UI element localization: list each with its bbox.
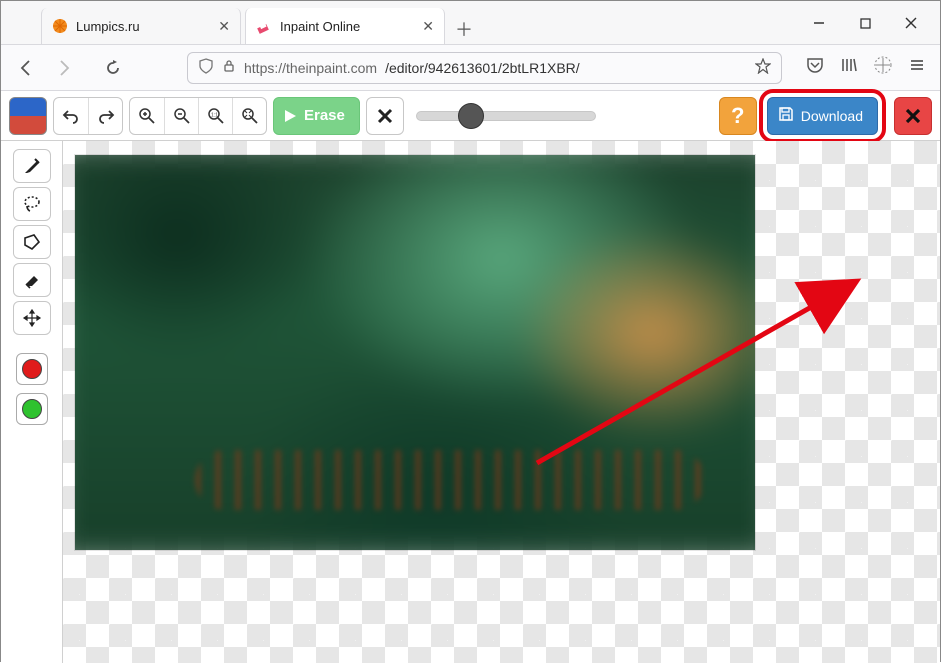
lock-icon (222, 59, 236, 76)
minimize-icon[interactable] (810, 14, 828, 32)
library-icon[interactable] (840, 56, 858, 79)
forward-button[interactable] (51, 56, 75, 80)
brush-size-slider[interactable] (416, 97, 596, 135)
browser-tabstrip: Lumpics.ru ✕ Inpaint Online ✕ ＋ (1, 1, 940, 45)
browser-tab-lumpics[interactable]: Lumpics.ru ✕ (41, 8, 241, 44)
address-bar[interactable]: https://theinpaint.com/editor/942613601/… (187, 52, 782, 84)
browser-navbar: https://theinpaint.com/editor/942613601/… (1, 45, 940, 91)
window-close-icon[interactable] (902, 14, 920, 32)
url-path: /editor/942613601/2btLR1XBR/ (385, 60, 580, 76)
close-icon[interactable]: ✕ (218, 19, 230, 33)
url-host: https://theinpaint.com (244, 60, 377, 76)
maximize-icon[interactable] (856, 14, 874, 32)
undo-button[interactable] (54, 98, 88, 134)
svg-text:1:1: 1:1 (211, 112, 218, 118)
shield-icon (198, 58, 214, 77)
eraser-icon (256, 18, 272, 34)
erase-label: Erase (304, 107, 345, 124)
mask-scribble (195, 450, 705, 510)
orange-icon (52, 18, 68, 34)
erase-button[interactable]: Erase (273, 97, 360, 135)
slider-track (416, 111, 596, 121)
download-button[interactable]: Download (767, 97, 878, 135)
canvas-area[interactable] (63, 141, 940, 663)
editor-body (1, 141, 940, 663)
slider-knob[interactable] (458, 103, 484, 129)
navbar-actions (806, 56, 926, 79)
zoom-fit-icon[interactable] (232, 98, 266, 134)
marker-tool[interactable] (13, 149, 51, 183)
zoom-out-icon[interactable] (164, 98, 198, 134)
red-marker-button[interactable] (16, 353, 48, 385)
tab-title: Lumpics.ru (76, 19, 140, 34)
window-controls (810, 1, 940, 45)
bookmark-icon[interactable] (755, 58, 771, 77)
close-icon[interactable]: ✕ (422, 19, 434, 33)
history-group (53, 97, 123, 135)
help-button[interactable]: ? (719, 97, 757, 135)
left-tool-panel (1, 141, 63, 663)
zoom-actual-icon[interactable]: 1:1 (198, 98, 232, 134)
new-tab-button[interactable]: ＋ (449, 14, 479, 44)
app-logo[interactable] (9, 97, 47, 135)
pocket-icon[interactable] (806, 56, 824, 79)
polygon-tool[interactable] (13, 225, 51, 259)
redo-button[interactable] (88, 98, 122, 134)
clear-mask-button[interactable] (366, 97, 404, 135)
menu-icon[interactable] (908, 56, 926, 79)
exit-button[interactable] (894, 97, 932, 135)
eraser-tool[interactable] (13, 263, 51, 297)
download-label: Download (801, 108, 863, 124)
editor-toolbar: 1:1 Erase ? Download (1, 91, 940, 141)
download-highlight-wrap: Download (763, 93, 882, 139)
lasso-tool[interactable] (13, 187, 51, 221)
back-button[interactable] (15, 56, 39, 80)
zoom-group: 1:1 (129, 97, 267, 135)
browser-tab-inpaint[interactable]: Inpaint Online ✕ (245, 8, 445, 44)
reload-button[interactable] (101, 56, 125, 80)
tab-title: Inpaint Online (280, 19, 360, 34)
canvas-image[interactable] (75, 155, 755, 550)
green-marker-button[interactable] (16, 393, 48, 425)
question-icon: ? (731, 103, 744, 129)
move-tool[interactable] (13, 301, 51, 335)
green-dot-icon (22, 399, 42, 419)
play-icon (282, 108, 298, 124)
zoom-in-icon[interactable] (130, 98, 164, 134)
save-icon (778, 106, 794, 125)
account-icon[interactable] (874, 56, 892, 79)
red-dot-icon (22, 359, 42, 379)
